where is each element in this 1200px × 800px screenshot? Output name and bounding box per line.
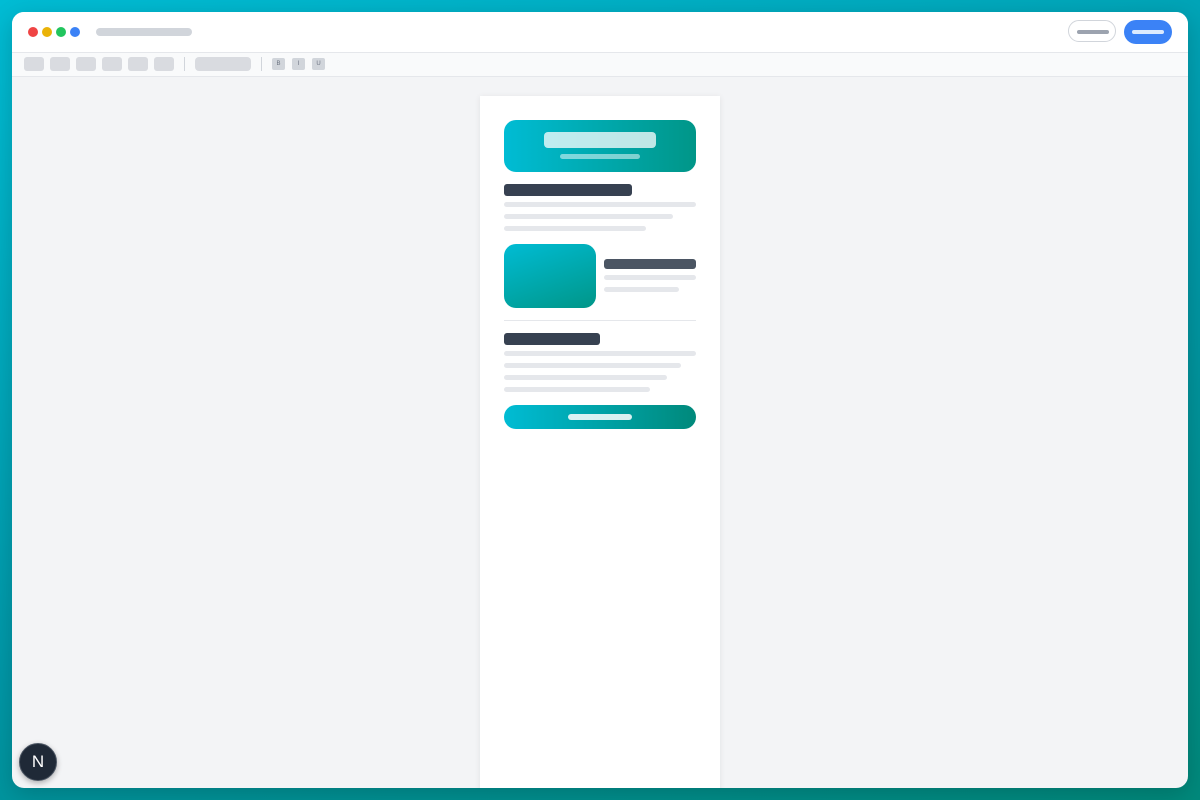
secondary-action-button[interactable]: [1068, 20, 1116, 42]
document-title: [96, 28, 192, 36]
window-extra-button[interactable]: [70, 27, 80, 37]
section-heading-placeholder: [504, 333, 600, 345]
cta-label-placeholder: [568, 414, 632, 420]
toolbar-button-6[interactable]: [154, 57, 174, 71]
hero-banner-block[interactable]: [504, 120, 696, 172]
toolbar-button-3[interactable]: [76, 57, 96, 71]
image-block[interactable]: [504, 244, 596, 308]
maximize-window-button[interactable]: [56, 27, 66, 37]
close-window-button[interactable]: [28, 27, 38, 37]
text-line-placeholder: [504, 351, 696, 356]
editor-canvas: [12, 77, 1188, 788]
toolbar-divider: [184, 57, 185, 71]
app-window: B I U: [12, 12, 1188, 788]
hero-subtitle-placeholder: [560, 154, 640, 159]
toolbar-button-4[interactable]: [102, 57, 122, 71]
divider-line: [504, 320, 696, 321]
title-bar: [12, 12, 1188, 53]
primary-action-label: [1132, 30, 1164, 34]
toolbar-divider: [261, 57, 262, 71]
nextjs-logo-icon[interactable]: N: [19, 743, 57, 781]
email-document[interactable]: [480, 96, 720, 788]
minimize-window-button[interactable]: [42, 27, 52, 37]
primary-action-button[interactable]: [1124, 20, 1172, 44]
editor-toolbar: B I U: [12, 53, 1188, 77]
card-heading-placeholder: [604, 259, 696, 269]
badge-letter: N: [31, 752, 45, 771]
text-line-placeholder: [604, 275, 696, 280]
hero-title-placeholder: [544, 132, 656, 148]
cta-button-block[interactable]: [504, 405, 696, 429]
text-line-placeholder: [504, 226, 646, 231]
toolbar-button-5[interactable]: [128, 57, 148, 71]
italic-button[interactable]: I: [292, 58, 305, 70]
style-dropdown[interactable]: [195, 57, 251, 71]
underline-button[interactable]: U: [312, 58, 325, 70]
toolbar-button-1[interactable]: [24, 57, 44, 71]
text-line-placeholder: [504, 214, 673, 219]
bold-button[interactable]: B: [272, 58, 285, 70]
secondary-action-label: [1077, 30, 1109, 34]
toolbar-button-2[interactable]: [50, 57, 70, 71]
text-line-placeholder: [504, 363, 681, 368]
section-heading-placeholder: [504, 184, 632, 196]
text-line-placeholder: [504, 375, 667, 380]
text-line-placeholder: [504, 202, 696, 207]
text-line-placeholder: [504, 387, 650, 392]
text-line-placeholder: [604, 287, 679, 292]
